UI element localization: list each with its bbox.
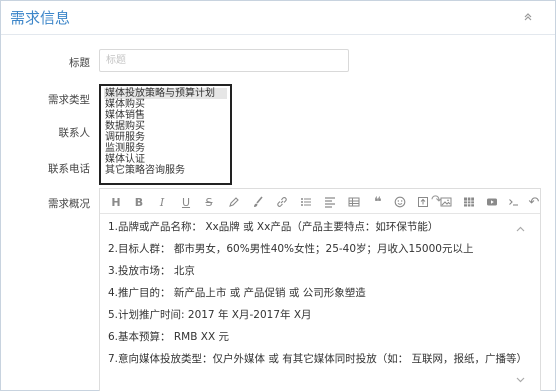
requirement-type-listbox[interactable]: 媒体投放策略与预算计划 媒体购买 媒体销售 数据购买 调研服务 监测服务 媒体认…: [99, 84, 232, 185]
phone-label: 联系电话: [48, 163, 90, 175]
bold-button[interactable]: B: [131, 194, 147, 210]
scroll-up-icon[interactable]: [516, 225, 525, 235]
editor-line: 1.品牌或产品名称： Xx品牌 或 Xx产品（产品主要特点：如环保节能）: [108, 221, 439, 233]
title-input[interactable]: [99, 49, 349, 72]
type-option[interactable]: 调研服务: [104, 132, 227, 143]
type-option[interactable]: 其它策略咨询服务: [104, 165, 227, 176]
redo-icon[interactable]: ↷: [431, 193, 445, 209]
type-label: 需求类型: [48, 94, 90, 106]
underline-button[interactable]: U: [178, 194, 194, 210]
type-option[interactable]: 媒体购买: [104, 99, 227, 110]
editor-line: 2.目标人群： 都市男女，60%男性40%女性；25-40岁；月收入15000元…: [108, 243, 474, 255]
contact-label: 联系人: [58, 127, 91, 139]
type-option[interactable]: 媒体销售: [104, 110, 227, 121]
table-icon[interactable]: [346, 194, 362, 210]
rich-text-editor: H B I U S ❝ ↶ 1.品牌或产品名称： Xx品牌 或 Xx产品（产品主…: [99, 188, 541, 391]
editor-scrollbar[interactable]: [514, 221, 528, 391]
italic-button[interactable]: I: [154, 194, 170, 210]
code-icon[interactable]: [506, 194, 522, 210]
title-label: 标题: [69, 57, 90, 69]
requirement-panel: 需求信息 标题 需求类型 联系人 联系电话 需求概况 媒体投放策略与预算计划 媒…: [0, 0, 556, 391]
type-option[interactable]: 监测服务: [104, 143, 227, 154]
chevron-up-double-icon[interactable]: [523, 12, 533, 22]
emoji-icon[interactable]: [392, 194, 408, 210]
upload-icon[interactable]: [415, 194, 431, 210]
panel-title: 需求信息: [10, 9, 71, 27]
undo-icon[interactable]: ↶: [526, 194, 542, 210]
grid-icon[interactable]: [461, 194, 477, 210]
editor-line: 3.投放市场： 北京: [108, 265, 195, 277]
video-icon[interactable]: [484, 194, 500, 210]
quote-icon[interactable]: ❝: [370, 194, 386, 210]
strikethrough-button[interactable]: S: [201, 194, 217, 210]
type-option[interactable]: 媒体认证: [104, 154, 227, 165]
summary-label: 需求概况: [48, 198, 90, 210]
list-icon[interactable]: [298, 194, 314, 210]
type-option[interactable]: 数据购买: [104, 121, 227, 132]
editor-line: 6.基本预算： RMB XX 元: [108, 331, 229, 343]
scroll-down-icon[interactable]: [516, 376, 525, 386]
editor-line: 4.推广目的： 新产品上市 或 产品促销 或 公司形象塑造: [108, 287, 366, 299]
heading-button[interactable]: H: [108, 194, 124, 210]
editor-line: 5.计划推广时间: 2017 年 X月-2017年 X月: [108, 309, 312, 321]
type-option-selected[interactable]: 媒体投放策略与预算计划: [104, 88, 227, 99]
align-icon[interactable]: [322, 194, 338, 210]
editor-content[interactable]: 1.品牌或产品名称： Xx品牌 或 Xx产品（产品主要特点：如环保节能） 2.目…: [108, 220, 528, 374]
link-icon[interactable]: [274, 194, 290, 210]
panel-header: 需求信息: [1, 1, 555, 35]
pencil-icon[interactable]: [226, 194, 242, 210]
brush-icon[interactable]: [250, 194, 266, 210]
editor-line: 7.意向媒体投放类型：仅户外媒体 或 有其它媒体同时投放（如： 互联网，报纸，广…: [108, 353, 528, 365]
editor-toolbar: H B I U S ❝ ↶: [100, 189, 540, 214]
